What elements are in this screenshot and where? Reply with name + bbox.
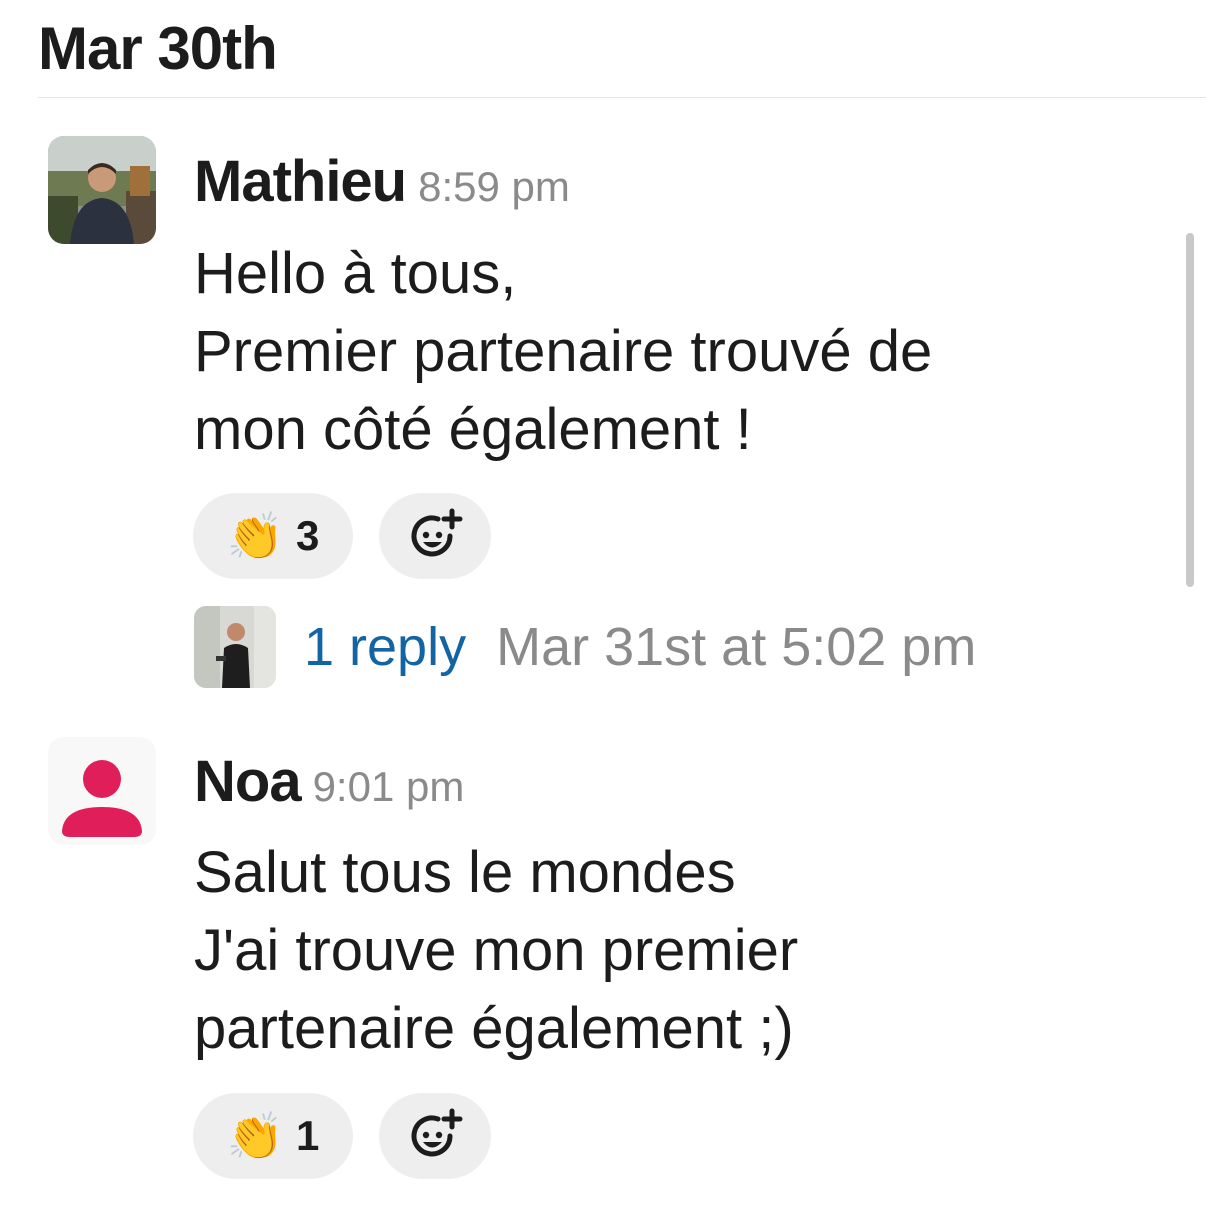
message-time[interactable]: 9:01 pm: [313, 763, 465, 810]
last-reply-time: Mar 31st at 5:02 pm: [496, 617, 977, 677]
date-header: Mar 30th: [38, 15, 278, 82]
date-divider: [38, 97, 1206, 98]
avatar[interactable]: [48, 136, 156, 244]
author-name[interactable]: Noa: [194, 749, 302, 814]
message-line: J'ai trouve mon premier: [194, 918, 799, 983]
clapping-hands-icon: 👏: [226, 510, 284, 562]
message-line: partenaire également ;): [194, 996, 794, 1061]
message-line: Hello à tous,: [194, 241, 517, 306]
message-line: mon côté également !: [194, 397, 752, 462]
message-body: Hello à tous, Premier partenaire trouvé …: [194, 235, 932, 469]
reaction-clap[interactable]: 👏 3: [193, 493, 353, 579]
scrollbar[interactable]: [1186, 233, 1194, 587]
message-line: Salut tous le mondes: [194, 840, 736, 905]
clapping-hands-icon: 👏: [226, 1110, 284, 1162]
add-reaction-icon: [411, 1108, 463, 1157]
person-icon: [62, 760, 142, 837]
add-reaction-button[interactable]: [379, 1093, 491, 1179]
reaction-count: 3: [295, 512, 320, 559]
author-name[interactable]: Mathieu: [194, 149, 407, 214]
avatar[interactable]: [48, 737, 156, 845]
thread-participant-avatar: [194, 606, 276, 688]
add-reaction-button[interactable]: [379, 493, 491, 579]
message-line: Premier partenaire trouvé de: [194, 319, 933, 384]
reaction-count: 1: [295, 1112, 320, 1159]
message-time[interactable]: 8:59 pm: [418, 163, 570, 210]
reply-count-link[interactable]: 1 reply: [304, 616, 466, 678]
add-reaction-icon: [411, 508, 463, 557]
reaction-clap[interactable]: 👏 1: [193, 1093, 353, 1179]
user-photo-avatar: [194, 606, 276, 688]
user-photo-avatar: [48, 136, 156, 244]
message-body: Salut tous le mondes J'ai trouve mon pre…: [194, 834, 798, 1068]
thread-summary[interactable]: 1 reply Mar 31st at 5:02 pm: [194, 606, 976, 688]
